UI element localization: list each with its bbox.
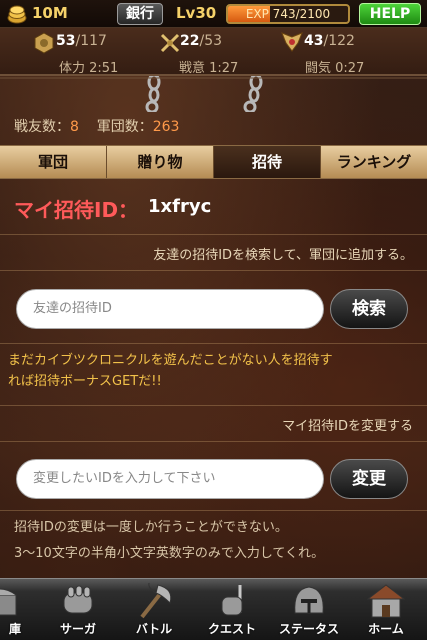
tab-invite[interactable]: 招待 <box>214 146 321 178</box>
friends-count-value: 8 <box>70 119 79 135</box>
gauntlet-sword-icon <box>221 585 243 616</box>
crossed-swords-icon <box>160 33 180 53</box>
divider <box>0 405 427 406</box>
fighting-spirit-current: 43 <box>304 33 324 49</box>
exp-bar: EXP 743/2100 <box>226 4 350 24</box>
change-note-1: 招待IDの変更は一度しか行うことができない。 <box>14 520 288 535</box>
help-button[interactable]: HELP <box>359 3 421 25</box>
divider <box>0 343 427 344</box>
tab-legion[interactable]: 軍団 <box>0 146 107 178</box>
fighting-spirit-label: 闘気 0:27 <box>305 61 365 76</box>
stamina-current: 53 <box>56 33 76 49</box>
armored-fist-icon <box>63 585 93 614</box>
nav-status-label: ステータス <box>278 622 339 636</box>
status-bar: 10M 銀行 Lv30 EXP 743/2100 HELP <box>0 0 427 28</box>
search-button[interactable]: 検索 <box>330 289 408 329</box>
nav-battle-label: バトル <box>135 622 173 636</box>
exp-text: EXP 743/2100 <box>245 7 331 21</box>
stats-panel: 53/117 体力 2:51 22/53 戦意 1:27 43/122 闘気 0… <box>0 28 427 76</box>
stamina-label: 体力 2:51 <box>59 61 119 76</box>
legion-count-value: 263 <box>152 119 180 135</box>
money-amount: 10M <box>32 4 68 22</box>
fighting-spirit-max: /122 <box>323 33 355 49</box>
my-invite-id-label: マイ招待ID： <box>14 198 139 222</box>
divider <box>0 510 427 511</box>
nav-warehouse[interactable]: 庫 <box>0 579 36 640</box>
nav-home-label: ホーム <box>368 622 404 636</box>
change-id-hint: マイ招待IDを変更する <box>282 419 413 434</box>
invite-bonus-promo: まだカイブツクロニクルを遊んだことがない人を招待す れば招待ボーナスGETだ!! <box>8 350 420 392</box>
coin-bag-icon <box>7 5 27 24</box>
tab-gifts[interactable]: 贈り物 <box>107 146 214 178</box>
nav-quest[interactable]: クエスト <box>196 579 268 640</box>
divider <box>0 270 427 271</box>
nav-battle[interactable]: バトル <box>118 579 190 640</box>
nav-quest-label: クエスト <box>207 622 256 636</box>
divider <box>0 441 427 442</box>
counts-row: 戦友数：8 軍団数：263 <box>14 116 179 136</box>
my-invite-id-value: 1xfryc <box>148 196 212 217</box>
change-button[interactable]: 変更 <box>330 459 408 499</box>
divider <box>0 234 427 235</box>
nav-warehouse-label: 庫 <box>8 622 21 636</box>
bank-button[interactable]: 銀行 <box>117 3 163 25</box>
morale-label: 戦意 1:27 <box>179 61 239 76</box>
stamina-emblem-icon <box>34 32 54 54</box>
winged-emblem-icon <box>281 32 303 52</box>
nav-status[interactable]: ステータス <box>273 579 345 640</box>
change-note-2: 3～10文字の半角小文字英数字のみで入力してくれ。 <box>14 546 325 561</box>
player-level: Lv30 <box>176 4 217 22</box>
helmet-icon <box>294 586 324 614</box>
tab-bar: 軍団 贈り物 招待 ランキング <box>0 145 427 179</box>
morale-current: 22 <box>180 33 200 49</box>
nav-saga-label: サーガ <box>59 622 96 636</box>
stamina-max: /117 <box>75 33 107 49</box>
legion-count-label: 軍団数： <box>96 119 153 135</box>
morale-max: /53 <box>199 33 223 49</box>
new-invite-id-input[interactable]: 変更したいIDを入力して下さい <box>16 459 324 499</box>
treasure-chest-icon <box>0 588 17 616</box>
house-icon <box>366 584 406 618</box>
bottom-nav: 庫 サーガ バトル クエスト ステータス ホーム <box>0 578 427 640</box>
friend-invite-id-input[interactable]: 友達の招待ID <box>16 289 324 329</box>
friends-count-label: 戦友数： <box>14 119 70 135</box>
nav-home[interactable]: ホーム <box>350 579 422 640</box>
promo-line-2: れば招待ボーナスGETだ!! <box>8 374 162 389</box>
search-hint: 友達の招待IDを検索して、軍団に追加する。 <box>153 248 413 263</box>
nav-saga[interactable]: サーガ <box>42 579 114 640</box>
promo-line-1: まだカイブツクロニクルを遊んだことがない人を招待す <box>8 353 333 368</box>
chain-decoration <box>0 76 427 112</box>
battle-axe-icon <box>140 583 172 619</box>
tab-ranking[interactable]: ランキング <box>321 146 427 178</box>
